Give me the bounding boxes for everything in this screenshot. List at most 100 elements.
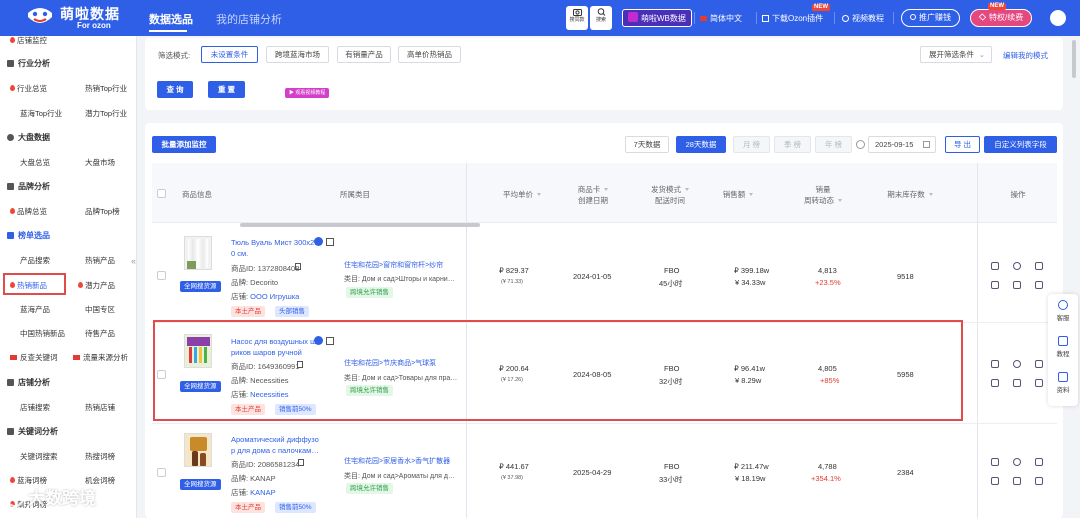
query-button[interactable]: 查 询 [157,81,193,98]
sidebar-item-product-search[interactable]: 产品搜索 [20,255,50,266]
mode-high-price-button[interactable]: 高单价热销品 [398,46,461,63]
date-picker[interactable]: 2025-09-15 [868,136,936,153]
similar-icon[interactable] [991,281,999,289]
monitor-icon[interactable] [991,458,999,466]
range-28d-button[interactable]: 28天数据 [676,136,726,153]
horizontal-scrollbar[interactable] [240,223,480,227]
product-title[interactable]: Ароматический диффузо [231,435,319,444]
col-volume[interactable]: 销量 周转动态 [795,184,851,206]
chart-icon[interactable] [1035,458,1043,466]
database-icon[interactable] [1035,477,1043,485]
sidebar-item-hot-products[interactable]: 热销产品 [85,255,115,266]
sidebar-item-brand-top[interactable]: 品牌Top榜 [85,206,120,217]
similar-icon[interactable] [991,477,999,485]
chart-icon[interactable] [1035,262,1043,270]
sidebar-item-traffic-source[interactable]: 流量来源分析 [73,352,128,363]
video-tutorial-button[interactable]: ▶ 观看视频教程 [285,88,330,98]
search-button[interactable]: 搜索 [590,6,612,30]
store-link[interactable]: ООО Игрушка [250,292,299,301]
sidebar-section-keyword[interactable]: 关键词分析 [7,426,58,437]
nav-tab-store-analysis[interactable]: 我的店铺分析 [216,11,282,27]
batch-monitor-button[interactable]: 批量添加监控 [152,136,216,153]
row-checkbox[interactable] [157,468,166,477]
mode-blue-market-button[interactable]: 跨境蓝海市场 [266,46,329,63]
select-all-checkbox[interactable] [157,189,166,198]
view-icon[interactable] [1013,458,1021,466]
sidebar-item-blue-products[interactable]: 蓝海产品 [20,304,50,315]
sidebar-section-ranking[interactable]: 榜单选品 [7,230,50,241]
detail-icon[interactable] [1013,477,1021,485]
range-month-button[interactable]: 月 榜 [733,136,770,153]
vip-button[interactable]: 特权/续费 [970,9,1033,27]
database-icon[interactable] [1035,281,1043,289]
wb-data-button[interactable]: 萌啦WB数据 [622,9,692,27]
copy-id-icon[interactable] [295,263,301,270]
col-avg-price[interactable]: 平均单价 [490,189,554,200]
sidebar-section-brand[interactable]: 品牌分析 [7,181,50,192]
sidebar-section-industry[interactable]: 行业分析 [7,58,50,69]
similar-icon[interactable] [991,379,999,387]
sidebar-item-industry-overview[interactable]: 行业总览 [10,83,47,94]
chart-icon[interactable] [1035,360,1043,368]
source-tag[interactable]: 全网搜货源 [180,479,221,490]
sidebar-item-hot-keywords[interactable]: 热搜词榜 [85,451,115,462]
nav-tab-product-selection[interactable]: 数据选品 [149,11,193,27]
sidebar-item-potential-top-industry[interactable]: 潜力Top行业 [85,108,127,119]
product-thumbnail[interactable] [184,433,212,467]
vertical-scrollbar[interactable] [1072,40,1076,78]
detail-icon[interactable] [1013,379,1021,387]
sidebar-item-blue-top-industry[interactable]: 蓝海Top行业 [20,108,62,119]
row-checkbox[interactable] [157,271,166,280]
reset-button[interactable]: 重 置 [208,81,245,98]
docs-button[interactable]: 资料 [1048,372,1078,394]
avatar[interactable] [1050,10,1066,26]
store-link[interactable]: KANAP [250,488,275,497]
help-circle-icon[interactable] [856,140,865,149]
sidebar-item-store-search[interactable]: 店铺搜索 [20,402,50,413]
category-path[interactable]: 住宅和花园>窗帘和窗帘杆>纱帘 [344,260,443,270]
product-title-cont[interactable]: р для дома с палочкам… [231,446,319,455]
expand-filter-button[interactable]: 展开筛选条件 ⌄ [920,46,992,63]
tutorial-button[interactable]: 教程 [1048,336,1078,358]
sidebar-item-market[interactable]: 大盘市场 [85,157,115,168]
view-icon[interactable] [1013,262,1021,270]
sidebar-section-store[interactable]: 店铺分析 [7,377,50,388]
edit-mode-link[interactable]: 编辑我的模式 [1003,50,1048,61]
product-thumbnail[interactable] [184,236,212,270]
sidebar-item-reverse-keyword[interactable]: 反查关键词 [10,352,58,363]
video-tutorial-link[interactable]: 视频教程 [842,13,884,24]
view-icon[interactable] [1013,360,1021,368]
sidebar-item-keyword-search[interactable]: 关键词搜索 [20,451,58,462]
promo-button[interactable]: 推广赚钱 [901,9,960,27]
monitor-icon[interactable] [991,262,999,270]
sidebar-item-brand-overview[interactable]: 品牌总览 [10,206,47,217]
col-created-date[interactable]: 商品卡 创建日期 [565,184,621,206]
col-sales[interactable]: 销售额 [710,189,766,200]
custom-columns-button[interactable]: 自定义列表字段 [984,136,1057,153]
range-7d-button[interactable]: 7天数据 [625,136,669,153]
sidebar-item-hot-top-industry[interactable]: 热销Top行业 [85,83,127,94]
product-title-cont[interactable]: 0 см. [231,249,248,258]
search-same-button[interactable]: 搜同款 [566,6,588,30]
sidebar-item-store-monitor[interactable]: 店铺监控 [10,36,47,46]
sidebar-item-china-zone[interactable]: 中国专区 [85,304,115,315]
export-button[interactable]: 导 出 [945,136,980,153]
category-path[interactable]: 住宅和花园>家居香水>香气扩散器 [344,456,450,466]
monitor-icon[interactable] [991,360,999,368]
copy-icon[interactable] [326,238,334,246]
range-quarter-button[interactable]: 季 榜 [774,136,811,153]
sidebar-item-china-hot-new[interactable]: 中国热销新品 [20,328,65,339]
customer-service-button[interactable]: 客服 [1048,300,1078,322]
source-tag[interactable]: 全网搜货源 [180,281,221,292]
col-stock[interactable]: 期末库存数 [875,189,945,200]
database-icon[interactable] [1035,379,1043,387]
mode-none-button[interactable]: 未设置条件 [201,46,258,63]
mode-has-sales-button[interactable]: 有销量产品 [337,46,391,63]
sidebar-item-potential-products[interactable]: 潜力产品 [78,280,115,291]
sidebar-item-market-overview[interactable]: 大盘总览 [20,157,50,168]
collapse-sidebar-icon[interactable]: « [131,256,136,266]
sidebar-section-market[interactable]: 大盘数据 [7,132,50,143]
product-title[interactable]: Тюль Вуаль Мист 300x25 [231,238,319,247]
detail-icon[interactable] [1013,281,1021,289]
sidebar-item-hot-stores[interactable]: 热销店铺 [85,402,115,413]
